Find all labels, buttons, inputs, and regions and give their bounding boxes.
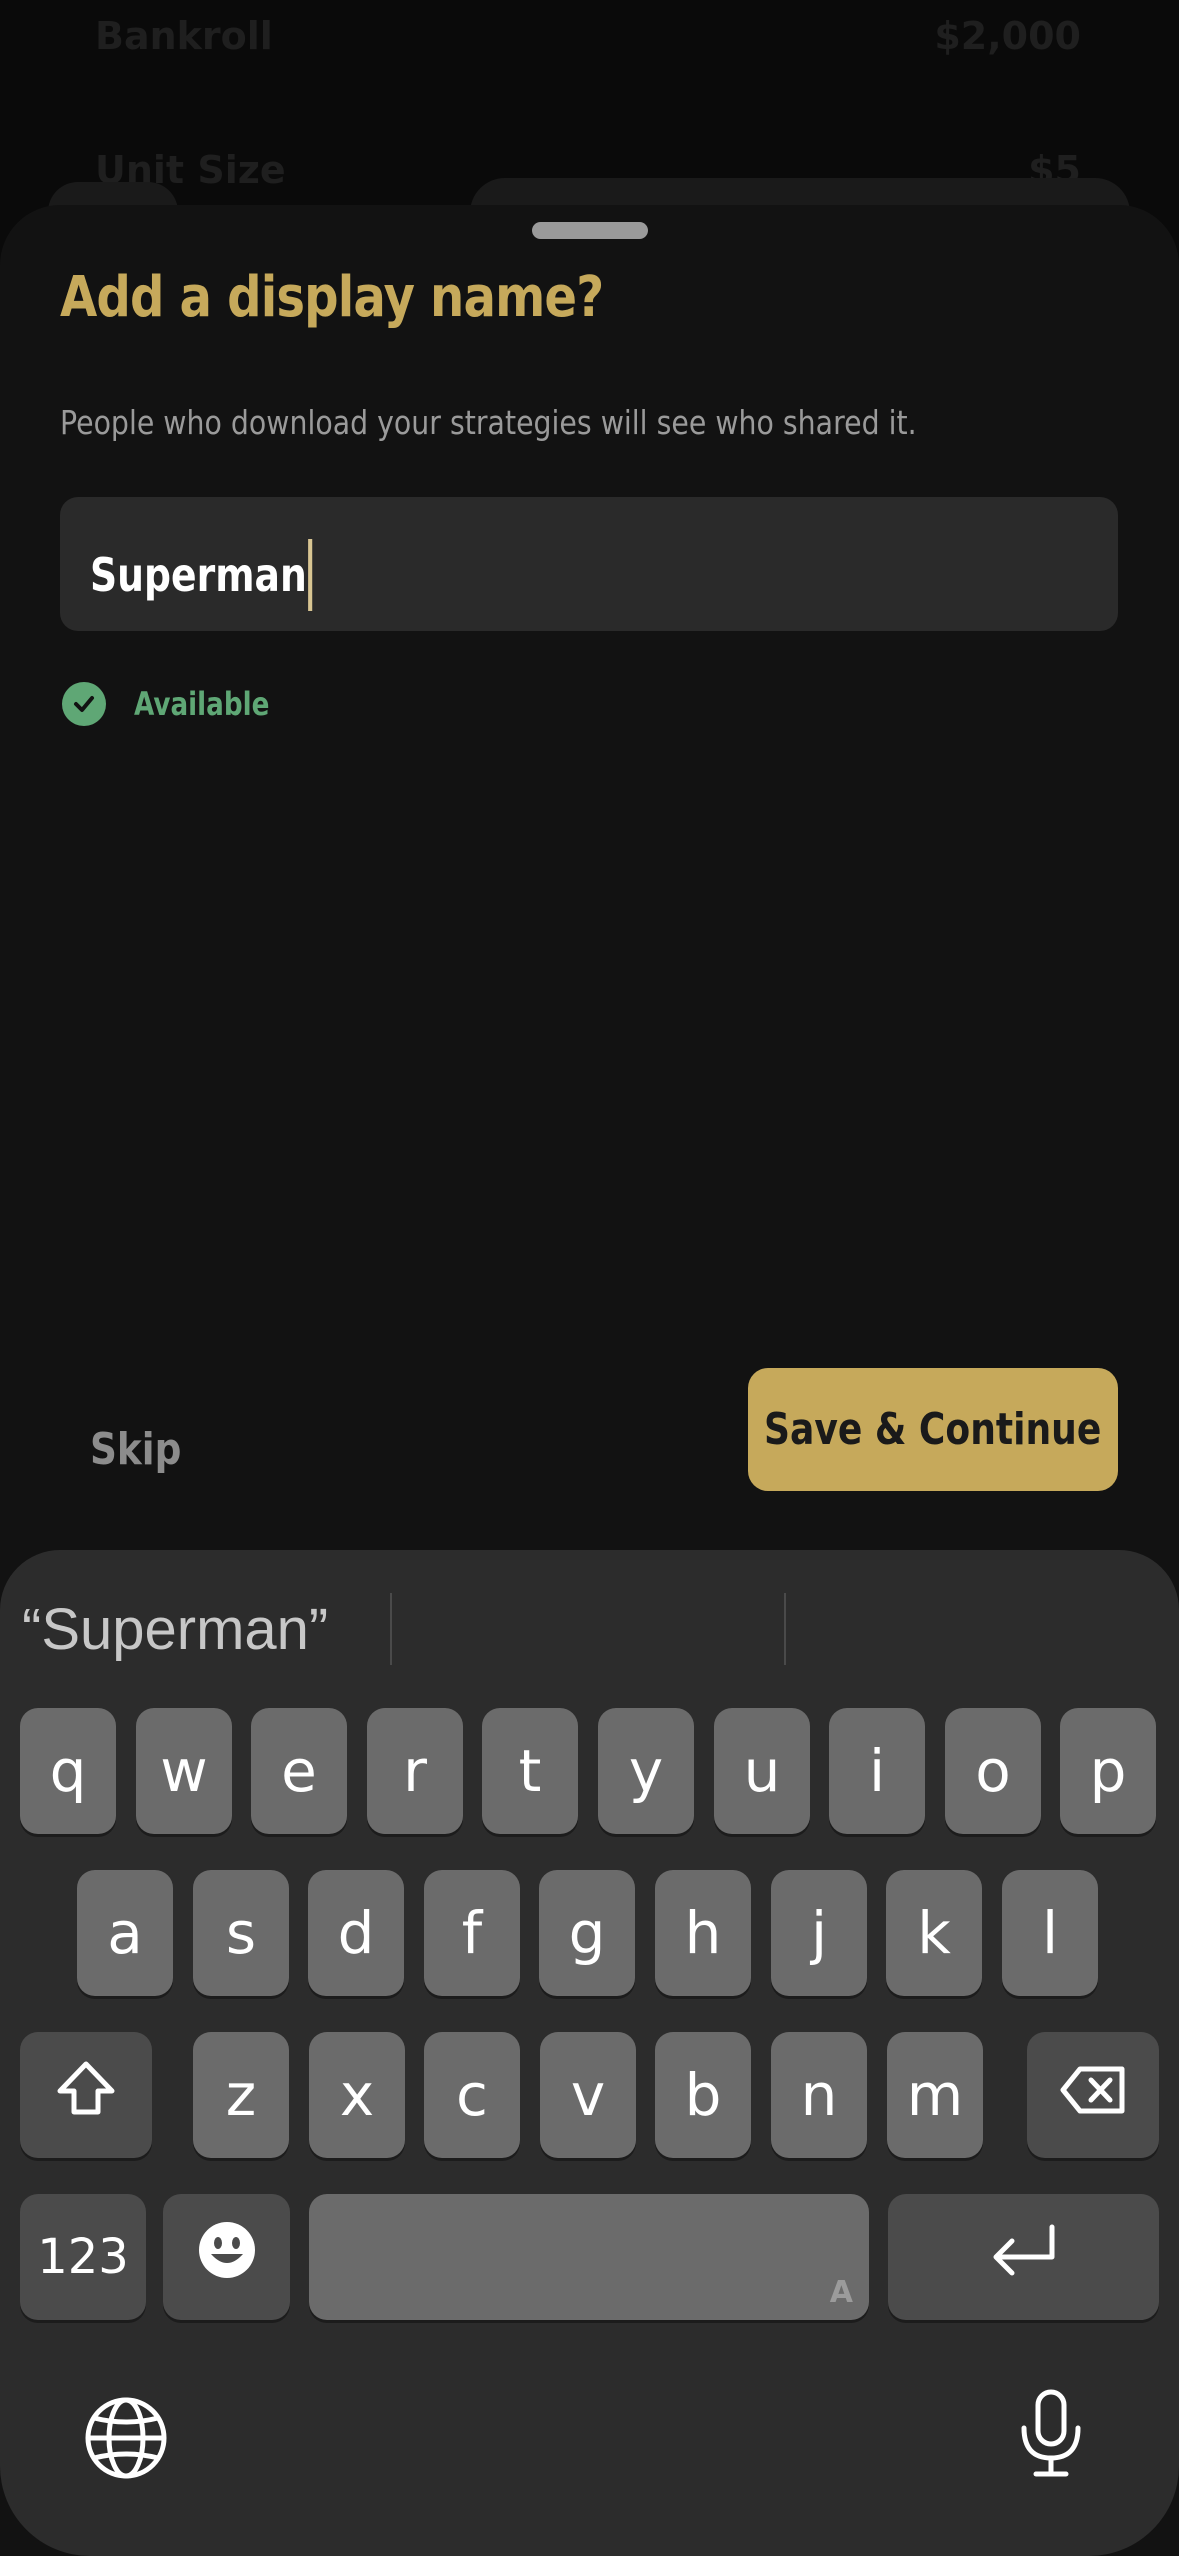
- emoji-icon: [197, 2220, 257, 2294]
- key-w[interactable]: w: [136, 1708, 232, 1834]
- key-n[interactable]: n: [771, 2032, 867, 2158]
- numbers-key[interactable]: 123: [20, 2194, 146, 2320]
- checkmark-icon: [62, 682, 106, 726]
- key-l[interactable]: l: [1002, 1870, 1098, 1996]
- key-u[interactable]: u: [714, 1708, 810, 1834]
- space-key[interactable]: A: [309, 2194, 869, 2320]
- key-m[interactable]: m: [887, 2032, 983, 2158]
- key-g[interactable]: g: [539, 1870, 635, 1996]
- suggestion-item[interactable]: “Superman”: [22, 1596, 328, 1663]
- key-t[interactable]: t: [482, 1708, 578, 1834]
- return-icon: [988, 2223, 1060, 2291]
- text-caret: [308, 539, 313, 611]
- key-c[interactable]: c: [424, 2032, 520, 2158]
- sheet-title: Add a display name?: [60, 265, 604, 330]
- display-name-value: Superman: [90, 539, 313, 611]
- key-e[interactable]: e: [251, 1708, 347, 1834]
- key-y[interactable]: y: [598, 1708, 694, 1834]
- sheet-subtitle: People who download your strategies will…: [60, 403, 917, 442]
- globe-icon[interactable]: [84, 2396, 168, 2485]
- display-name-text: Superman: [90, 548, 307, 602]
- bankroll-label: Bankroll: [95, 14, 273, 58]
- key-i[interactable]: i: [829, 1708, 925, 1834]
- key-j[interactable]: j: [771, 1870, 867, 1996]
- key-s[interactable]: s: [193, 1870, 289, 1996]
- display-name-input[interactable]: Superman: [60, 497, 1118, 631]
- emoji-key[interactable]: [163, 2194, 290, 2320]
- availability-label: Available: [134, 685, 270, 723]
- sheet-grabber[interactable]: [532, 222, 648, 239]
- suggestion-bar: “Superman”: [0, 1588, 1179, 1668]
- key-d[interactable]: d: [308, 1870, 404, 1996]
- key-f[interactable]: f: [424, 1870, 520, 1996]
- availability-status: Available: [62, 682, 299, 726]
- microphone-icon[interactable]: [1018, 2388, 1084, 2485]
- return-key[interactable]: [888, 2194, 1159, 2320]
- key-p[interactable]: p: [1060, 1708, 1156, 1834]
- key-o[interactable]: o: [945, 1708, 1041, 1834]
- suggestion-divider: [784, 1593, 786, 1665]
- bankroll-row: Bankroll $2,000: [95, 14, 1081, 58]
- key-r[interactable]: r: [367, 1708, 463, 1834]
- suggestion-divider: [390, 1593, 392, 1665]
- key-h[interactable]: h: [655, 1870, 751, 1996]
- delete-icon: [1060, 2061, 1126, 2129]
- skip-button[interactable]: Skip: [90, 1405, 181, 1495]
- key-q[interactable]: q: [20, 1708, 116, 1834]
- keyboard: “Superman” qwertyuiop asdfghjkl zxcvbnm 12…: [0, 1550, 1179, 2556]
- key-k[interactable]: k: [886, 1870, 982, 1996]
- space-corner-label: A: [829, 2275, 853, 2310]
- key-a[interactable]: a: [77, 1870, 173, 1996]
- key-v[interactable]: v: [540, 2032, 636, 2158]
- save-continue-button[interactable]: Save & Continue: [748, 1368, 1118, 1491]
- shift-key[interactable]: [20, 2032, 152, 2158]
- shift-icon: [55, 2059, 117, 2131]
- bankroll-value: $2,000: [934, 14, 1081, 58]
- delete-key[interactable]: [1027, 2032, 1159, 2158]
- key-x[interactable]: x: [309, 2032, 405, 2158]
- key-z[interactable]: z: [193, 2032, 289, 2158]
- save-continue-label: Save & Continue: [764, 1404, 1102, 1455]
- key-b[interactable]: b: [655, 2032, 751, 2158]
